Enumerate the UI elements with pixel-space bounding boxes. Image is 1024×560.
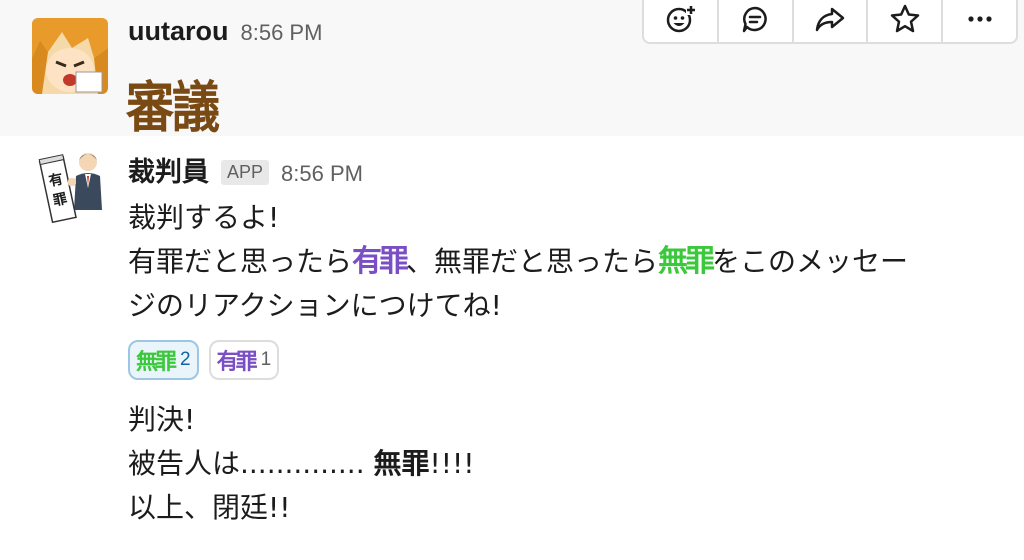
star-message-button[interactable] — [868, 0, 944, 42]
message-timestamp[interactable]: 8:56 PM — [281, 161, 363, 187]
add-reaction-icon — [667, 5, 697, 33]
message-line: 有罪だと思ったら有罪、無罪だと思ったら無罪をこのメッセー — [128, 240, 1008, 284]
reaction-guilty[interactable]: 有罪 1 — [208, 340, 280, 380]
verdict-fragment: !!!! — [429, 447, 475, 480]
sender-name[interactable]: 裁判員 — [128, 150, 209, 189]
share-message-button[interactable] — [794, 0, 869, 42]
message-text: 審議 — [126, 75, 220, 141]
add-reaction-button[interactable] — [644, 0, 719, 42]
message-judge-app[interactable]: 有 罪 裁判員 APP 8:56 PM 裁判するよ! 有罪だと思ったら有罪、無罪… — [0, 136, 1024, 560]
verdict-text: 判決! 被告人は.............. 無罪!!!! 以上、閉廷!! — [128, 398, 474, 530]
reaction-count: 1 — [260, 349, 272, 370]
reply-thread-button[interactable] — [719, 0, 794, 42]
star-icon — [890, 4, 920, 33]
message-timestamp[interactable]: 8:56 PM — [241, 20, 323, 46]
message-text-fragment: 有罪だと思ったら — [128, 245, 353, 278]
innocent-emoji-icon: 無罪 — [136, 350, 177, 375]
reactions-bar: 無罪 2 有罪 1 — [128, 340, 280, 380]
sender-name[interactable]: uutarou — [128, 16, 229, 47]
anime-avatar-icon — [32, 18, 108, 94]
reaction-count: 2 — [180, 349, 191, 370]
thread-reply-icon — [742, 6, 767, 33]
user-avatar[interactable] — [32, 18, 108, 94]
verdict-result: 無罪 — [373, 447, 430, 480]
app-badge: APP — [221, 160, 270, 185]
guilty-emoji-icon: 有罪 — [216, 350, 258, 375]
verdict-line: 被告人は.............. 無罪!!!! — [128, 442, 474, 486]
more-actions-icon — [967, 16, 992, 22]
message-actions-toolbar — [642, 0, 1018, 44]
verdict-fragment: 被告人は.............. — [128, 447, 365, 480]
message-uutarou[interactable]: uutarou 8:56 PM 審議 — [0, 0, 1024, 140]
message-body: 裁判するよ! 有罪だと思ったら有罪、無罪だと思ったら無罪をこのメッセー ジのリア… — [128, 196, 1008, 328]
message-text-fragment: 、無罪だと思ったら — [406, 245, 659, 278]
verdict-line: 判決! — [128, 403, 196, 436]
message-line: 裁判するよ! — [128, 201, 280, 234]
more-actions-button[interactable] — [943, 0, 1016, 42]
message-text-fragment: をこのメッセー — [712, 245, 909, 278]
verdict-line: 以上、閉廷!! — [128, 491, 291, 524]
share-message-icon — [815, 7, 845, 32]
message-line: ジのリアクションにつけてね! — [128, 289, 502, 322]
guilty-emoji-icon: 有罪 — [352, 244, 409, 279]
app-avatar[interactable]: 有 罪 — [32, 148, 108, 224]
innocent-emoji-icon: 無罪 — [658, 244, 715, 279]
reaction-innocent[interactable]: 無罪 2 — [128, 340, 199, 380]
judge-bot-avatar-icon: 有 罪 — [32, 148, 108, 224]
